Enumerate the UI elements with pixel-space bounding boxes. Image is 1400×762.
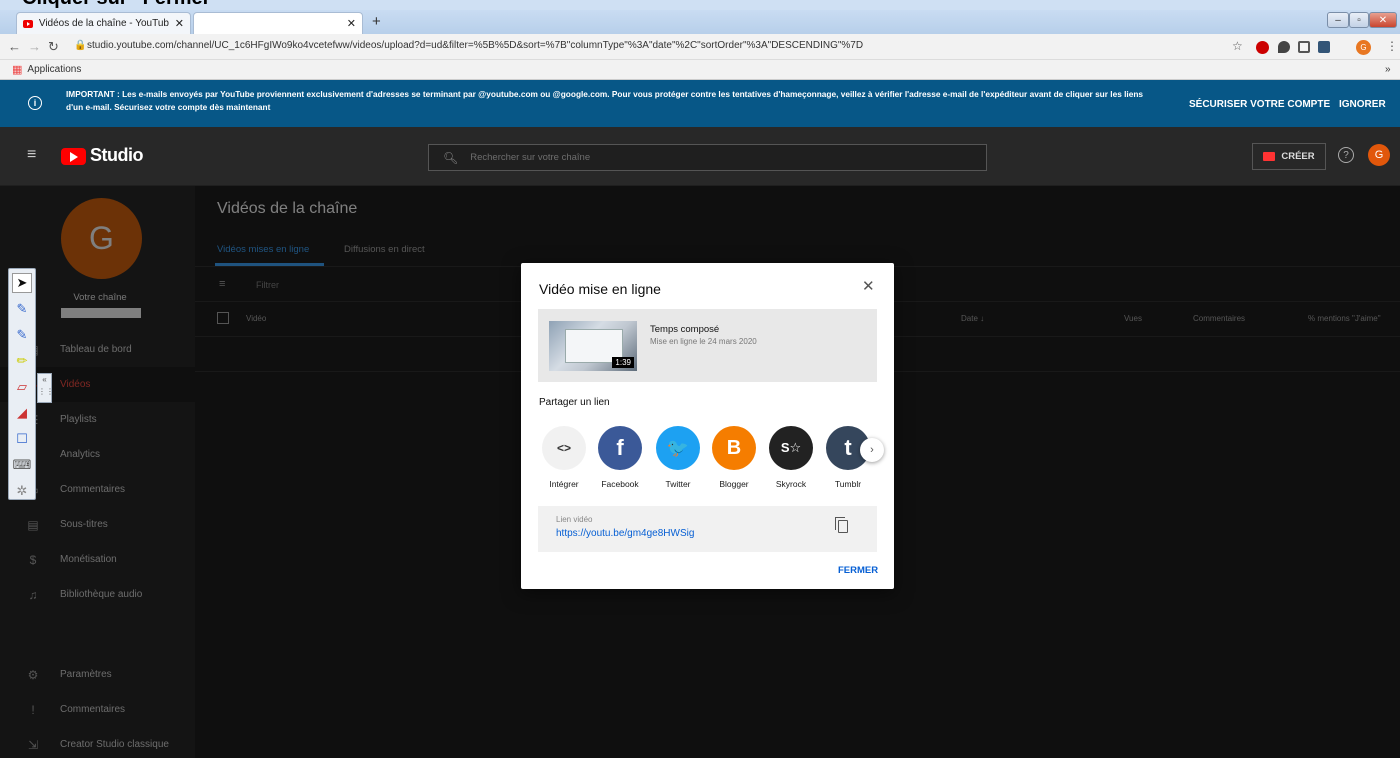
play-triangle-icon: [70, 152, 78, 162]
video-link-url[interactable]: https://youtu.be/gm4ge8HWSig: [556, 528, 694, 539]
extension-drop-icon[interactable]: [1278, 41, 1290, 53]
search-icon: 🔍︎: [443, 150, 459, 165]
upload-complete-dialog: Vidéo mise en ligne ✕ 1:39 Temps composé…: [521, 263, 894, 589]
close-icon[interactable]: ✕: [862, 277, 875, 295]
profile-avatar[interactable]: G: [1356, 40, 1371, 55]
maximize-button[interactable]: ▫: [1349, 12, 1369, 28]
create-button[interactable]: CRÉER: [1252, 143, 1326, 170]
browser-tab[interactable]: Vidéos de la chaîne - YouTube S ✕: [16, 12, 191, 34]
forward-icon[interactable]: →: [28, 39, 41, 54]
tab-close-icon[interactable]: ✕: [347, 17, 356, 30]
share-next-chevron-icon[interactable]: ›: [860, 438, 884, 462]
reload-icon[interactable]: ↻: [48, 39, 59, 55]
bookmark-applications[interactable]: Applications: [27, 64, 81, 75]
copy-icon-back: [835, 517, 845, 530]
tab-close-icon[interactable]: ✕: [175, 17, 184, 30]
share-facebook-button[interactable]: f: [598, 426, 642, 470]
text-box-icon[interactable]: ☐: [12, 429, 32, 449]
share-label-tumblr: Tumblr: [834, 479, 862, 489]
search-input[interactable]: Rechercher sur votre chaîne: [470, 152, 590, 163]
share-embed-button[interactable]: <>: [542, 426, 586, 470]
video-link-box: Lien vidéo https://youtu.be/gm4ge8HWSig: [538, 506, 877, 552]
share-label-twitter: Twitter: [665, 479, 691, 489]
banner-message: IMPORTANT : Les e-mails envoyés par YouT…: [66, 89, 1144, 112]
video-duration: 1:39: [612, 357, 634, 368]
share-heading: Partager un lien: [539, 397, 610, 408]
hamburger-menu-icon[interactable]: ≡: [27, 146, 36, 164]
video-link-label: Lien vidéo: [556, 515, 593, 524]
browser-tab-blank[interactable]: ✕: [193, 12, 363, 34]
help-icon[interactable]: ?: [1338, 147, 1354, 163]
eraser-icon[interactable]: ▱: [12, 377, 32, 397]
browser-tab-bar: Vidéos de la chaîne - YouTube S ✕ ✕ + – …: [0, 10, 1400, 34]
back-icon[interactable]: ←: [8, 39, 21, 54]
eraser-alt-icon[interactable]: ◢: [12, 403, 32, 423]
browser-menu-icon[interactable]: ⋮: [1386, 39, 1398, 53]
annotation-toolbar: ➤ ✎ ✎ ✏ ▱ ◢ ☐ ⌨ ✲: [8, 268, 36, 500]
apps-grid-icon: ▦: [12, 64, 23, 76]
security-banner: i IMPORTANT : Les e-mails envoyés par Yo…: [0, 80, 1400, 127]
share-label-embed: Intégrer: [549, 479, 579, 489]
video-card: 1:39 Temps composé Mise en ligne le 24 m…: [538, 309, 877, 382]
extension-box-icon[interactable]: [1298, 41, 1310, 53]
video-thumbnail[interactable]: 1:39: [549, 321, 637, 371]
collapse-toolbar-handle[interactable]: «⋮⋮: [37, 373, 54, 403]
url-field[interactable]: studio.youtube.com/channel/UC_1c6HFgIWo9…: [87, 40, 863, 51]
pointer-icon[interactable]: ➤: [12, 273, 32, 293]
share-label-skyrock: Skyrock: [775, 479, 807, 489]
share-twitter-button[interactable]: 🐦: [656, 426, 700, 470]
share-blogger-button[interactable]: B: [712, 426, 756, 470]
secure-account-button[interactable]: SÉCURISER VOTRE COMPTE: [1189, 99, 1330, 110]
info-icon: i: [28, 96, 42, 110]
camera-plus-icon: [1263, 152, 1276, 161]
account-avatar[interactable]: G: [1368, 144, 1390, 166]
bookmark-star-icon[interactable]: ☆: [1232, 39, 1243, 53]
share-label-facebook: Facebook: [601, 479, 639, 489]
toolbar-settings-icon[interactable]: ✲: [12, 481, 32, 501]
tutorial-caption: Cliquer sur "Fermer": [0, 0, 1400, 10]
pen-icon[interactable]: ✎: [12, 299, 32, 319]
share-skyrock-button[interactable]: S☆: [769, 426, 813, 470]
studio-logo-text: Studio: [90, 145, 144, 165]
studio-header: ≡ Studio 🔍︎ Rechercher sur votre chaîne …: [0, 127, 1400, 186]
adblock-icon[interactable]: [1256, 41, 1269, 54]
youtube-favicon-icon: [23, 19, 33, 28]
pen-alt-icon[interactable]: ✎: [12, 325, 32, 345]
minimize-button[interactable]: –: [1327, 12, 1349, 28]
close-window-button[interactable]: ✕: [1369, 12, 1397, 28]
share-label-blogger: Blogger: [719, 479, 749, 489]
keyboard-icon[interactable]: ⌨: [12, 455, 32, 475]
search-box[interactable]: 🔍︎ Rechercher sur votre chaîne: [428, 144, 987, 171]
dialog-title: Vidéo mise en ligne: [539, 281, 661, 297]
bookmarks-more[interactable]: »: [1385, 64, 1391, 75]
highlighter-icon[interactable]: ✏: [12, 351, 32, 371]
video-title: Temps composé: [650, 324, 720, 335]
ignore-button[interactable]: IGNORER: [1339, 99, 1386, 110]
bookmarks-bar: ▦ Applications »: [0, 60, 1400, 80]
extension-window-icon[interactable]: [1318, 41, 1330, 53]
video-upload-date: Mise en ligne le 24 mars 2020: [650, 337, 757, 346]
new-tab-button[interactable]: +: [372, 13, 381, 30]
close-button[interactable]: FERMER: [838, 565, 878, 576]
browser-toolbar: ← → ↻ 🔒 studio.youtube.com/channel/UC_1c…: [0, 34, 1400, 60]
lock-icon: 🔒: [74, 40, 87, 51]
